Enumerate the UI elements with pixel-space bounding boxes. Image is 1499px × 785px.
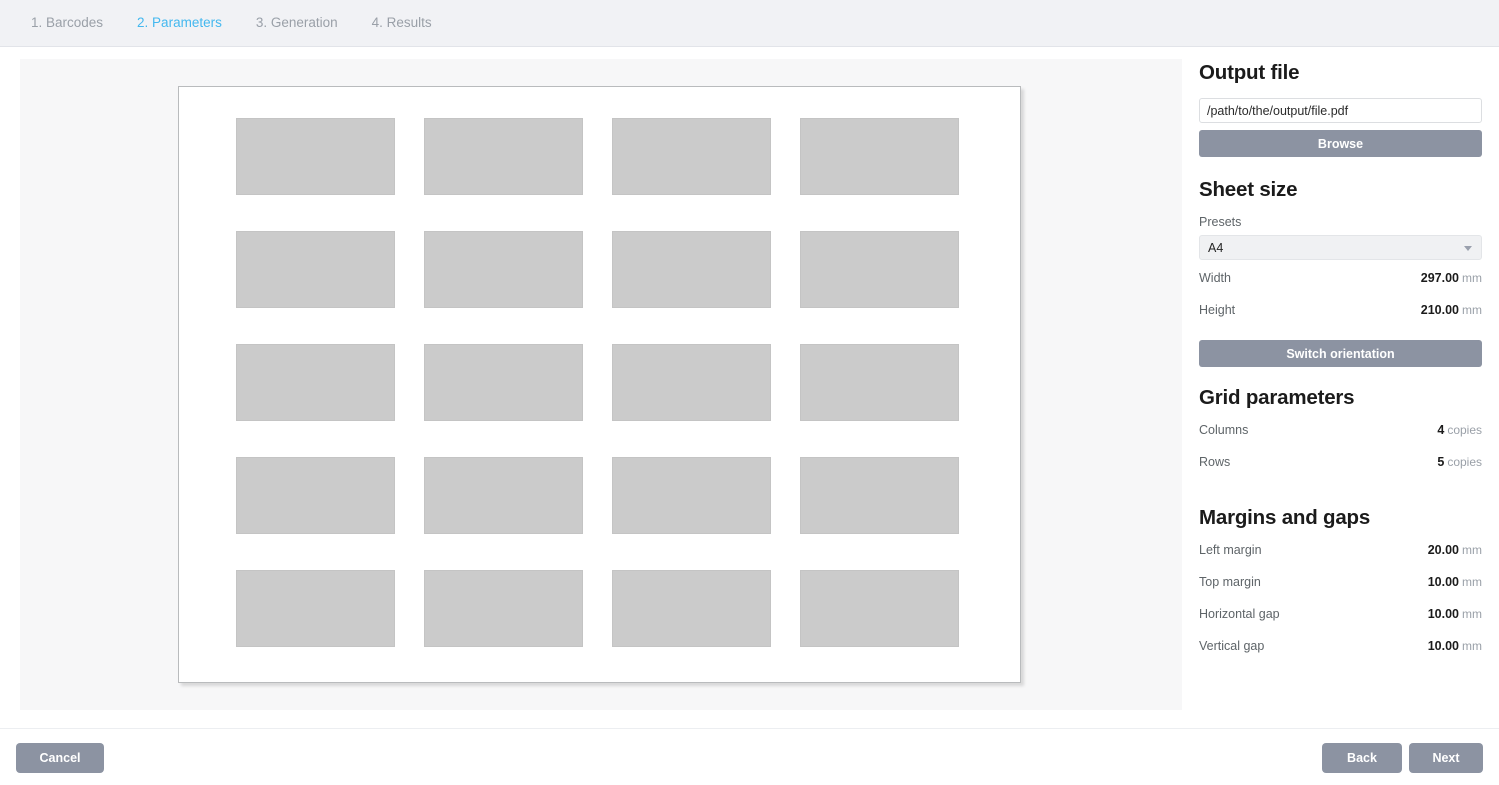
barcode-cell bbox=[424, 570, 583, 647]
vertical-gap-row: Vertical gap 10.00 mm bbox=[1199, 639, 1482, 671]
settings-sidebar: Output file Browse Sheet size Presets A4… bbox=[1182, 47, 1499, 727]
barcode-cell bbox=[236, 231, 395, 308]
wizard-step-results[interactable]: 4. Results bbox=[355, 0, 449, 46]
top-margin-unit: mm bbox=[1462, 575, 1482, 589]
grid-rows-value: 5 copies bbox=[1437, 455, 1482, 469]
wizard-step-generation[interactable]: 3. Generation bbox=[239, 0, 355, 46]
left-margin-value: 20.00 mm bbox=[1428, 543, 1482, 557]
barcode-cell bbox=[800, 231, 959, 308]
browse-button[interactable]: Browse bbox=[1199, 130, 1482, 157]
barcode-cell bbox=[800, 570, 959, 647]
barcode-cell bbox=[612, 570, 771, 647]
left-margin-number: 20.00 bbox=[1427, 543, 1459, 557]
left-margin-unit: mm bbox=[1462, 543, 1482, 557]
barcode-cell bbox=[236, 457, 395, 534]
section-title-output-file: Output file bbox=[1199, 61, 1300, 84]
horizontal-gap-label: Horizontal gap bbox=[1199, 607, 1280, 621]
back-button[interactable]: Back bbox=[1322, 743, 1402, 773]
barcode-cell bbox=[424, 457, 583, 534]
grid-columns-value: 4 copies bbox=[1437, 423, 1482, 437]
sheet-width-value: 297.00 mm bbox=[1421, 271, 1482, 285]
main-body: Output file Browse Sheet size Presets A4… bbox=[0, 47, 1499, 727]
next-button[interactable]: Next bbox=[1409, 743, 1483, 773]
vertical-gap-value: 10.00 mm bbox=[1428, 639, 1482, 653]
wizard-step-barcodes[interactable]: 1. Barcodes bbox=[14, 0, 120, 46]
horizontal-gap-value: 10.00 mm bbox=[1428, 607, 1482, 621]
section-title-grid-parameters: Grid parameters bbox=[1199, 386, 1355, 409]
barcode-cell bbox=[424, 231, 583, 308]
horizontal-gap-number: 10.00 bbox=[1427, 607, 1459, 621]
sheet-width-unit: mm bbox=[1462, 271, 1482, 285]
sheet-preview-pane bbox=[20, 59, 1182, 710]
grid-rows-row: Rows 5 copies bbox=[1199, 455, 1482, 487]
sheet-page-preview[interactable] bbox=[178, 86, 1021, 683]
left-margin-label: Left margin bbox=[1199, 543, 1262, 557]
grid-rows-label: Rows bbox=[1199, 455, 1231, 469]
footer-bar: Cancel Back Next bbox=[0, 728, 1499, 785]
switch-orientation-button[interactable]: Switch orientation bbox=[1199, 340, 1482, 367]
vertical-gap-unit: mm bbox=[1462, 639, 1482, 653]
sheet-width-number: 297.00 bbox=[1420, 271, 1459, 285]
barcode-cell bbox=[424, 344, 583, 421]
barcode-cell bbox=[800, 457, 959, 534]
barcode-cell bbox=[800, 118, 959, 195]
wizard-step-parameters[interactable]: 2. Parameters bbox=[120, 0, 239, 46]
horizontal-gap-row: Horizontal gap 10.00 mm bbox=[1199, 607, 1482, 639]
vertical-gap-number: 10.00 bbox=[1427, 639, 1459, 653]
barcode-cell bbox=[612, 344, 771, 421]
barcode-cell bbox=[612, 457, 771, 534]
sheet-preset-value: A4 bbox=[1208, 240, 1224, 255]
sheet-width-row: Width 297.00 mm bbox=[1199, 271, 1482, 303]
barcode-cell bbox=[612, 118, 771, 195]
barcode-grid bbox=[236, 118, 959, 647]
barcode-cell bbox=[424, 118, 583, 195]
top-margin-number: 10.00 bbox=[1427, 575, 1459, 589]
grid-columns-row: Columns 4 copies bbox=[1199, 423, 1482, 455]
barcode-cell bbox=[612, 231, 771, 308]
cancel-button[interactable]: Cancel bbox=[16, 743, 104, 773]
grid-rows-number: 5 bbox=[1437, 455, 1445, 469]
sheet-height-row: Height 210.00 mm bbox=[1199, 303, 1482, 335]
grid-columns-label: Columns bbox=[1199, 423, 1249, 437]
section-title-sheet-size: Sheet size bbox=[1199, 178, 1298, 201]
sheet-height-label: Height bbox=[1199, 303, 1236, 317]
wizard-step-header: 1. Barcodes 2. Parameters 3. Generation … bbox=[0, 0, 1499, 47]
horizontal-gap-unit: mm bbox=[1462, 607, 1482, 621]
sheet-height-value: 210.00 mm bbox=[1421, 303, 1482, 317]
vertical-gap-label: Vertical gap bbox=[1199, 639, 1265, 653]
top-margin-label: Top margin bbox=[1199, 575, 1261, 589]
sheet-height-unit: mm bbox=[1462, 303, 1482, 317]
sheet-preset-select[interactable]: A4 bbox=[1199, 235, 1482, 260]
top-margin-row: Top margin 10.00 mm bbox=[1199, 575, 1482, 607]
left-margin-row: Left margin 20.00 mm bbox=[1199, 543, 1482, 575]
sheet-height-number: 210.00 bbox=[1420, 303, 1459, 317]
sheet-width-label: Width bbox=[1199, 271, 1231, 285]
grid-columns-unit: copies bbox=[1447, 423, 1482, 437]
barcode-cell bbox=[800, 344, 959, 421]
barcode-cell bbox=[236, 344, 395, 421]
chevron-down-icon bbox=[1464, 245, 1472, 251]
section-title-margins-and-gaps: Margins and gaps bbox=[1199, 506, 1371, 529]
grid-columns-number: 4 bbox=[1437, 423, 1445, 437]
top-margin-value: 10.00 mm bbox=[1428, 575, 1482, 589]
grid-rows-unit: copies bbox=[1447, 455, 1482, 469]
output-file-path-input[interactable] bbox=[1199, 98, 1482, 123]
sheet-preview-wrapper bbox=[178, 86, 1023, 684]
barcode-cell bbox=[236, 118, 395, 195]
presets-label: Presets bbox=[1199, 215, 1242, 229]
barcode-cell bbox=[236, 570, 395, 647]
